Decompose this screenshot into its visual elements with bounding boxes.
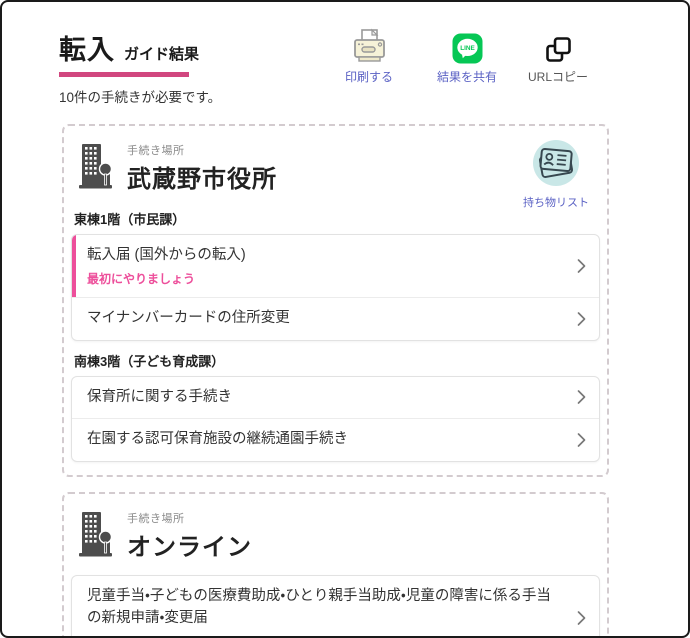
section-label: 東棟1階（市民課）	[74, 212, 186, 227]
procedure-item[interactable]: 在園する認可保育施設の継続通園手続き	[72, 418, 599, 461]
line-icon: LINE	[422, 26, 512, 64]
procedure-title: 在園する認可保育施設の継続通園手続き	[87, 431, 348, 448]
print-button[interactable]: 印刷する	[333, 26, 405, 85]
place-label: 手続き場所	[127, 513, 185, 525]
url-copy-button[interactable]: URLコピー	[515, 26, 601, 85]
procedure-title: マイナンバーカードの住所変更	[87, 309, 290, 326]
procedure-item[interactable]: 転入届 (国外からの転入) 最初にやりましょう	[72, 235, 599, 297]
chevron-right-icon	[577, 390, 586, 405]
title-underline	[59, 72, 189, 77]
url-copy-label: URLコピー	[527, 70, 588, 84]
procedure-count-text: 10件の手続きが必要です。	[59, 90, 222, 105]
chevron-right-icon	[577, 433, 586, 448]
card-header: 手続き場所 武蔵野市役所 持ち物リスト	[71, 139, 600, 209]
print-label: 印刷する	[344, 70, 393, 84]
place-name: 武蔵野市役所	[127, 166, 277, 193]
line-share-label: 結果を共有	[436, 70, 497, 84]
place-label: 手続き場所	[127, 145, 185, 157]
building-icon	[77, 141, 114, 195]
procedure-card-1: 手続き場所 オンライン 児童手当・子どもの医療費助成・ひとり親手当助成・児童の障…	[62, 492, 609, 637]
line-share-button[interactable]: LINE 結果を共有	[422, 26, 512, 85]
card-header: 手続き場所 オンライン	[71, 507, 600, 567]
results-header: 転入 ガイド結果 10件の手続きが必要です。	[59, 28, 221, 106]
svg-text:LINE: LINE	[460, 45, 475, 52]
copy-icon	[515, 26, 601, 64]
procedure-group: 保育所に関する手続き 在園する認可保育施設の継続通園手続き	[71, 375, 600, 462]
procedure-card-0: 手続き場所 武蔵野市役所 持ち物リスト 東棟1階（市民課） 転入届 (国外からの…	[62, 124, 609, 477]
belongings-list-button[interactable]: 持ち物リスト	[518, 139, 594, 210]
procedure-item[interactable]: マイナンバーカードの住所変更	[72, 296, 599, 340]
procedure-item[interactable]: 保育所に関する手続き	[72, 377, 599, 419]
printer-icon	[333, 26, 405, 64]
belongings-list-icon	[532, 140, 580, 191]
place-name: オンライン	[127, 534, 252, 561]
belongings-list-label: 持ち物リスト	[523, 197, 589, 209]
procedure-note: オンライン可	[87, 633, 563, 637]
section-label: 南棟3階（子ども育成課）	[74, 353, 225, 369]
card-body: 東棟1階（市民課） 転入届 (国外からの転入) 最初にやりましょう マイナンバー…	[71, 209, 600, 462]
building-icon	[77, 509, 114, 563]
chevron-right-icon	[577, 610, 586, 625]
page-title: 転入	[59, 35, 115, 65]
procedure-group: 児童手当・子どもの医療費助成・ひとり親手当助成・児童の障害に係る手当の新規申請・…	[71, 575, 600, 637]
procedure-title: 転入届 (国外からの転入)	[87, 247, 246, 263]
card-body: 児童手当・子どもの医療費助成・ひとり親手当助成・児童の障害に係る手当の新規申請・…	[71, 575, 600, 637]
page-frame: 転入 ガイド結果 10件の手続きが必要です。 印刷する LINE 結果を共有 U…	[0, 0, 690, 638]
procedure-title: 児童手当・子どもの医療費助成・ひとり親手当助成・児童の障害に係る手当の新規申請・…	[87, 588, 551, 626]
procedure-note: 最初にやりましょう	[87, 271, 196, 286]
procedure-title: 保育所に関する手続き	[87, 388, 232, 405]
chevron-right-icon	[577, 311, 586, 326]
results-list: 手続き場所 武蔵野市役所 持ち物リスト 東棟1階（市民課） 転入届 (国外からの…	[62, 124, 609, 637]
procedure-group: 転入届 (国外からの転入) 最初にやりましょう マイナンバーカードの住所変更	[71, 234, 600, 341]
chevron-right-icon	[577, 258, 586, 273]
procedure-item[interactable]: 児童手当・子どもの医療費助成・ひとり親手当助成・児童の障害に係る手当の新規申請・…	[72, 576, 599, 637]
page-title-suffix: ガイド結果	[124, 46, 200, 63]
